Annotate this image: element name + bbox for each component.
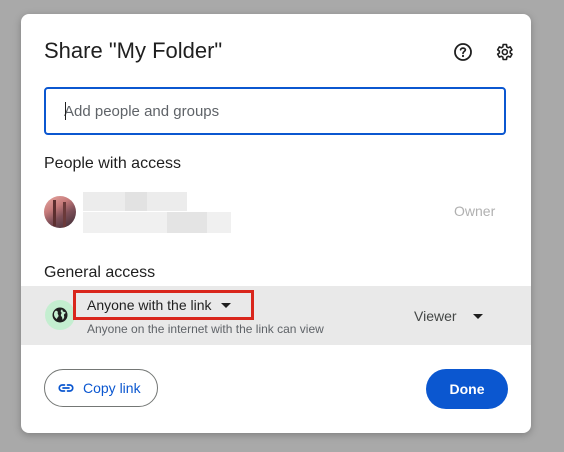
redacted-user-email <box>83 212 231 233</box>
add-people-input[interactable] <box>46 89 494 133</box>
role-dropdown[interactable]: Viewer <box>414 305 483 327</box>
people-with-access-heading: People with access <box>44 155 181 172</box>
gear-icon[interactable] <box>493 41 515 63</box>
redacted-block <box>167 212 207 233</box>
copy-link-label: Copy link <box>83 380 141 396</box>
done-button[interactable]: Done <box>426 369 508 409</box>
dialog-title: Share "My Folder" <box>44 38 223 63</box>
general-access-heading: General access <box>44 264 156 281</box>
add-people-field[interactable] <box>44 87 506 135</box>
globe-icon <box>45 300 75 330</box>
help-icon[interactable] <box>452 41 474 63</box>
general-access-description: Anyone on the internet with the link can… <box>87 322 324 336</box>
general-access-row: Anyone with the link Anyone on the inter… <box>21 286 531 345</box>
copy-link-button[interactable]: Copy link <box>44 369 158 407</box>
redacted-block <box>125 192 147 211</box>
share-dialog: Share "My Folder" People with access Own… <box>21 14 531 433</box>
owner-role-label: Owner <box>454 203 496 219</box>
text-cursor <box>65 102 66 120</box>
link-icon <box>58 384 74 392</box>
general-access-selected: Anyone with the link <box>87 297 212 313</box>
dropdown-arrow-icon <box>220 302 231 308</box>
general-access-dropdown[interactable]: Anyone with the link <box>73 290 254 320</box>
role-selected: Viewer <box>414 308 457 324</box>
dropdown-arrow-icon <box>472 313 483 319</box>
user-avatar <box>44 196 76 228</box>
